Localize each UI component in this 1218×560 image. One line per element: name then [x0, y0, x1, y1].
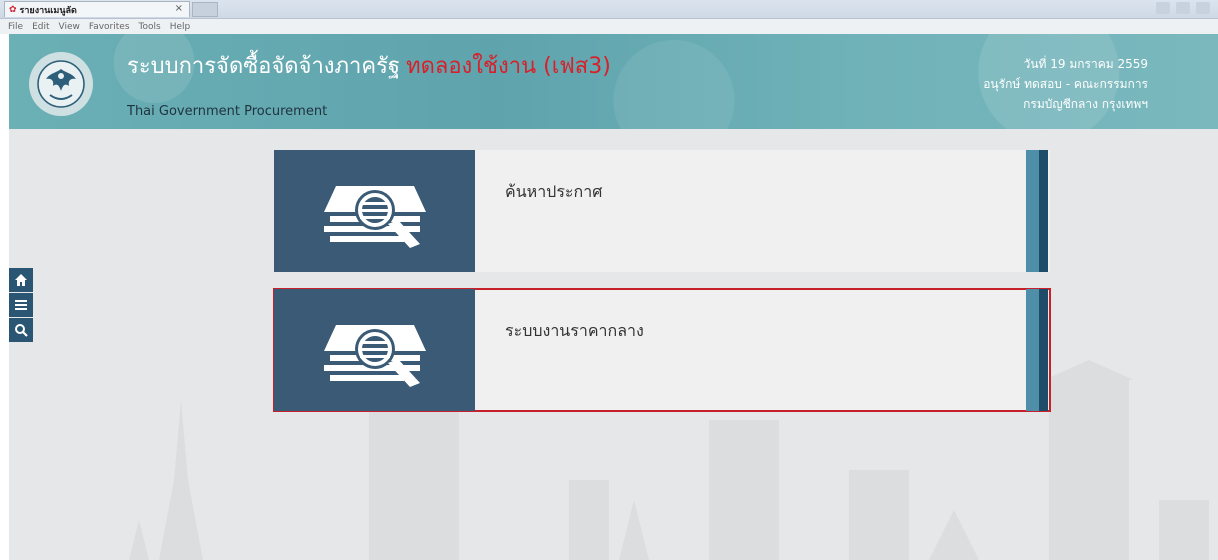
- menu-help[interactable]: Help: [170, 22, 191, 32]
- user-info: วันที่ 19 มกราคม 2559 อนุรักษ์ ทดสอบ - ค…: [983, 54, 1148, 114]
- card-accent-bar: [1026, 289, 1048, 411]
- page-title: ระบบการจัดซื้อจัดจ้างภาครัฐ ทดลองใช้งาน (…: [127, 48, 611, 83]
- minimize-button[interactable]: [1156, 2, 1170, 14]
- menu-edit[interactable]: Edit: [32, 22, 49, 32]
- main-content: ค้นหาประกาศ ระบบงานราคากลาง: [9, 129, 1218, 560]
- browser-tab-title: รายงานเมนูลัด: [19, 5, 77, 16]
- search-document-icon: [323, 325, 426, 387]
- card-accent-bar: [1026, 150, 1048, 272]
- site-header: ระบบการจัดซื้อจัดจ้างภาครัฐ ทดลองใช้งาน (…: [9, 34, 1218, 129]
- browser-tab-bar: ✿ รายงานเมนูลัด ×: [0, 0, 1218, 19]
- browser-tab[interactable]: ✿ รายงานเมนูลัด ×: [4, 1, 190, 17]
- card-icon-panel: [274, 150, 475, 272]
- new-tab-button[interactable]: [192, 2, 218, 17]
- menu-icon: [15, 300, 27, 310]
- menu-card-search-announcement[interactable]: ค้นหาประกาศ: [274, 150, 1050, 272]
- page-subtitle: Thai Government Procurement: [127, 104, 328, 119]
- search-icon: [15, 324, 28, 337]
- test-mode-label: ทดลองใช้งาน (เฟส3): [406, 54, 611, 79]
- home-icon: [15, 274, 27, 286]
- menu-file[interactable]: File: [8, 22, 23, 32]
- menu-card-reference-price[interactable]: ระบบงานราคากลาง: [273, 288, 1051, 412]
- current-date: วันที่ 19 มกราคม 2559: [1023, 57, 1148, 71]
- card-label: ระบบงานราคากลาง: [505, 321, 644, 340]
- side-nav: [9, 268, 33, 343]
- close-window-button[interactable]: [1196, 2, 1210, 14]
- card-icon-panel: [274, 289, 475, 411]
- user-department: กรมบัญชีกลาง กรุงเทพฯ: [1023, 97, 1148, 111]
- favicon-icon: ✿: [9, 4, 17, 15]
- menu-tools[interactable]: Tools: [139, 22, 161, 32]
- search-button[interactable]: [9, 318, 33, 342]
- browser-menu-bar: File Edit View Favorites Tools Help: [0, 19, 1218, 34]
- maximize-button[interactable]: [1176, 2, 1190, 14]
- user-name[interactable]: อนุรักษ์ ทดสอบ - คณะกรรมการ: [983, 74, 1148, 94]
- window-controls: [1156, 2, 1210, 14]
- menu-button[interactable]: [9, 293, 33, 317]
- system-title: ระบบการจัดซื้อจัดจ้างภาครัฐ: [127, 54, 401, 79]
- close-tab-icon[interactable]: ×: [175, 3, 183, 14]
- search-document-icon: [323, 186, 426, 248]
- menu-view[interactable]: View: [59, 22, 80, 32]
- garuda-emblem-icon: [37, 60, 85, 108]
- menu-favorites[interactable]: Favorites: [89, 22, 130, 32]
- card-label: ค้นหาประกาศ: [505, 182, 603, 201]
- comptroller-logo[interactable]: [29, 52, 93, 116]
- home-button[interactable]: [9, 268, 33, 292]
